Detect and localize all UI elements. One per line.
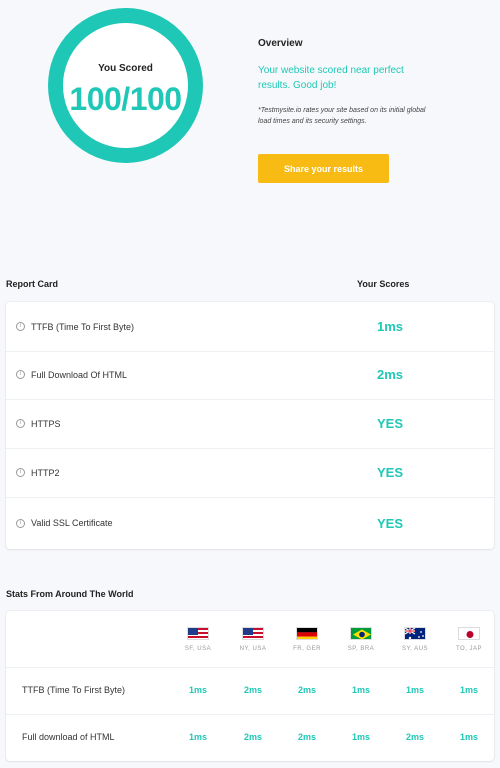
location-header: NY, USA bbox=[226, 627, 280, 652]
info-icon[interactable]: i bbox=[16, 370, 25, 379]
info-icon[interactable]: i bbox=[16, 419, 25, 428]
info-icon[interactable]: i bbox=[16, 518, 25, 528]
location-label: SF, USA bbox=[184, 646, 212, 652]
location-label: SP, BRA bbox=[347, 646, 375, 652]
metric-value: 2ms bbox=[405, 732, 424, 742]
report-row: i TTFB (Time To First Byte) 1ms bbox=[6, 302, 494, 352]
your-scores-header: Your Scores bbox=[357, 279, 410, 289]
location-label: FR, GER bbox=[293, 646, 321, 652]
report-row-label: HTTP2 bbox=[31, 467, 60, 478]
score-label: You Scored bbox=[98, 63, 153, 74]
score-ring: You Scored 100/100 bbox=[48, 8, 203, 163]
location-label: TO, JAP bbox=[455, 646, 483, 652]
overview-panel: Overview Your website scored near perfec… bbox=[258, 38, 438, 127]
metric-value: 1ms bbox=[351, 732, 370, 742]
metric-value: 2ms bbox=[297, 685, 316, 695]
germany-flag-icon bbox=[296, 627, 318, 640]
metric-value: 1ms bbox=[459, 732, 478, 742]
world-stats-title: Stats From Around The World bbox=[6, 589, 134, 599]
report-row: i Valid SSL Certificate YES bbox=[6, 498, 494, 548]
report-row-label: Full Download Of HTML bbox=[31, 369, 128, 380]
metric-value: 1ms bbox=[405, 685, 424, 695]
world-stats-card: SF, USA NY, USA FR, GER SP, BRA SY, AUS … bbox=[6, 611, 494, 761]
brazil-flag-icon bbox=[350, 627, 372, 640]
metric-label: TTFB (Time To First Byte) bbox=[22, 685, 126, 695]
metric-value: 1ms bbox=[351, 685, 370, 695]
metric-value: 1ms bbox=[188, 685, 207, 695]
location-header: SP, BRA bbox=[334, 627, 388, 652]
location-label: SY, AUS bbox=[401, 646, 429, 652]
report-row-value: 2ms bbox=[376, 367, 404, 382]
australia-flag-icon bbox=[404, 627, 426, 640]
location-header: SF, USA bbox=[171, 627, 225, 652]
us-flag-icon bbox=[187, 627, 209, 640]
report-row-value: 1ms bbox=[376, 319, 404, 334]
location-header: FR, GER bbox=[280, 627, 334, 652]
report-row: i HTTPS YES bbox=[6, 399, 494, 449]
location-header: SY, AUS bbox=[388, 627, 442, 652]
report-card-title: Report Card bbox=[6, 279, 59, 289]
overview-title: Overview bbox=[258, 38, 303, 49]
table-row: Full download of HTML 1ms 2ms 2ms 1ms 2m… bbox=[6, 714, 494, 760]
metric-value: 2ms bbox=[243, 732, 262, 742]
table-row: TTFB (Time To First Byte) 1ms 2ms 2ms 1m… bbox=[6, 667, 494, 713]
metric-value: 1ms bbox=[188, 732, 207, 742]
report-row-value: YES bbox=[376, 465, 403, 480]
overview-note: *Testmysite.io rates your site based on … bbox=[258, 107, 426, 125]
metric-label: Full download of HTML bbox=[22, 732, 115, 742]
report-row-label: Valid SSL Certificate bbox=[31, 518, 113, 528]
metric-value: 2ms bbox=[243, 685, 262, 695]
share-results-button[interactable]: Share your results bbox=[258, 154, 389, 183]
report-row: i Full Download Of HTML 2ms bbox=[6, 350, 494, 400]
japan-flag-icon bbox=[458, 627, 480, 640]
score-value: 100/100 bbox=[69, 81, 182, 117]
info-icon[interactable]: i bbox=[16, 322, 25, 331]
location-header: TO, JAP bbox=[442, 627, 496, 652]
report-row-label: TTFB (Time To First Byte) bbox=[31, 321, 135, 332]
report-row-value: YES bbox=[376, 416, 403, 431]
metric-value: 1ms bbox=[459, 685, 478, 695]
report-row: i HTTP2 YES bbox=[6, 448, 494, 498]
report-row-label: HTTPS bbox=[31, 418, 61, 429]
metric-value: 2ms bbox=[297, 732, 316, 742]
info-icon[interactable]: i bbox=[16, 468, 25, 477]
location-label: NY, USA bbox=[239, 646, 267, 652]
us-flag-icon bbox=[242, 627, 264, 640]
report-card: i TTFB (Time To First Byte) 1ms i Full D… bbox=[6, 302, 494, 549]
report-row-value: YES bbox=[376, 515, 403, 531]
overview-message: Your website scored near perfect results… bbox=[258, 65, 404, 91]
